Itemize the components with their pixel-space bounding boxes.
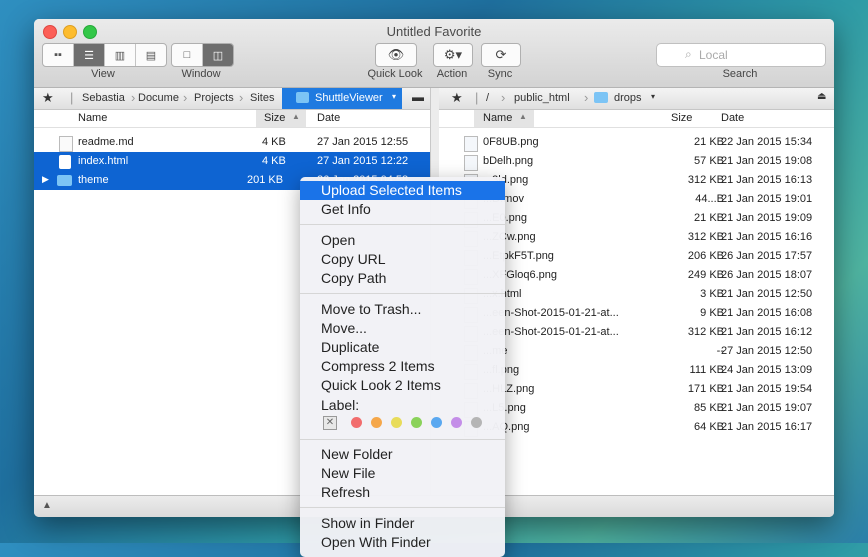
toolbar: Untitled Favorite ▪▪ ☰ ▥ ▤ View □ ◫ Wind…	[34, 19, 834, 88]
size-column-header[interactable]: Size ▲	[256, 110, 306, 127]
menu-item-new-file[interactable]: New File	[300, 464, 505, 483]
chevron-down-icon: ▾	[392, 92, 397, 101]
view-segmented-control: ▪▪ ☰ ▥ ▤	[42, 43, 167, 67]
menu-label-heading: Label:	[321, 397, 360, 413]
menu-item-refresh[interactable]: Refresh	[300, 483, 505, 502]
menu-separator	[300, 507, 505, 508]
label-color-dot[interactable]	[371, 417, 382, 428]
gear-icon: ⚙▾	[443, 47, 463, 62]
coverflow-view-icon[interactable]: ▤	[136, 44, 166, 66]
list-view-icon[interactable]: ☰	[74, 44, 105, 66]
menu-item-show-in-finder[interactable]: Show in Finder	[300, 514, 505, 533]
document-icon	[59, 136, 73, 152]
left-path-bar: ★ | Sebastia › Docume › Projects › Sites…	[34, 88, 430, 110]
menu-item-move[interactable]: Move...	[300, 319, 505, 338]
path-segment[interactable]: Sebastia	[82, 92, 125, 104]
search-field[interactable]: ⌕ Local	[656, 43, 826, 67]
menu-item-copy-path[interactable]: Copy Path	[300, 269, 505, 288]
search-placeholder: Local	[699, 48, 728, 62]
path-current-segment[interactable]: ShuttleViewer ▾	[282, 88, 402, 109]
window-title: Untitled Favorite	[386, 24, 482, 39]
chevron-down-icon[interactable]: ▾	[651, 92, 655, 101]
favorites-star-icon[interactable]: ★	[451, 90, 463, 106]
window-segmented-control: □ ◫	[171, 43, 234, 67]
path-segment[interactable]: Projects	[194, 92, 234, 104]
icon-view-icon[interactable]: ▪▪	[43, 44, 74, 66]
right-column-header: Name ▲ Size Date	[439, 110, 834, 128]
label-color-dot[interactable]	[411, 417, 422, 428]
search-label: Search	[722, 68, 758, 80]
view-label: View	[91, 68, 115, 80]
folder-icon	[594, 92, 608, 103]
path-current-label: ShuttleViewer	[315, 92, 383, 104]
eye-icon: 👁	[387, 47, 405, 62]
table-row[interactable]: 0F8UB.png 21 KB 22 Jan 2015 15:34	[439, 133, 834, 152]
menu-item-duplicate[interactable]: Duplicate	[300, 338, 505, 357]
no-label-icon[interactable]: ✕	[323, 416, 337, 430]
label-color-dot[interactable]	[451, 417, 462, 428]
sync-icon: ⟳	[495, 47, 507, 62]
dual-pane-icon[interactable]: ◫	[203, 44, 233, 66]
label-color-dot[interactable]	[391, 417, 402, 428]
menu-item-quick-look[interactable]: Quick Look 2 Items	[300, 376, 505, 395]
date-column-header[interactable]: Date	[317, 112, 340, 124]
menu-item-upload[interactable]: Upload Selected Items	[300, 181, 505, 200]
path-segment[interactable]: Docume	[138, 92, 179, 104]
path-segment[interactable]: public_html	[514, 92, 570, 104]
path-segment[interactable]: Sites	[250, 92, 274, 104]
sync-button[interactable]: ⟳	[481, 43, 521, 67]
size-column-header[interactable]: Size	[671, 112, 692, 124]
sort-ascending-icon: ▲	[519, 112, 527, 121]
path-segment[interactable]: /	[486, 92, 489, 104]
quick-look-label: Quick Look	[367, 68, 423, 80]
menu-separator	[300, 224, 505, 225]
menu-item-get-info[interactable]: Get Info	[300, 200, 505, 219]
sync-label: Sync	[487, 68, 513, 80]
action-label: Action	[436, 68, 468, 80]
table-row[interactable]: readme.md 4 KB 27 Jan 2015 12:55	[34, 133, 430, 152]
drive-icon[interactable]: ▬	[412, 90, 424, 104]
menu-item-move-to-trash[interactable]: Move to Trash...	[300, 300, 505, 319]
path-current-segment[interactable]: drops	[614, 92, 642, 104]
file-icon	[464, 155, 478, 171]
name-column-header[interactable]: Name	[78, 112, 107, 124]
window-label: Window	[181, 68, 221, 80]
table-row[interactable]: bDelh.png 57 KB 21 Jan 2015 19:08	[439, 152, 834, 171]
menu-separator	[300, 293, 505, 294]
context-menu: Upload Selected Items Get Info Open Copy…	[300, 177, 505, 557]
file-icon	[464, 136, 478, 152]
left-column-header: Name Size ▲ Date	[34, 110, 430, 128]
disclosure-triangle-icon[interactable]: ▶	[42, 174, 49, 185]
folder-icon	[57, 175, 72, 186]
menu-item-new-folder[interactable]: New Folder	[300, 445, 505, 464]
label-color-dot[interactable]	[431, 417, 442, 428]
action-button[interactable]: ⚙▾	[433, 43, 473, 67]
search-icon: ⌕	[685, 47, 692, 61]
quick-look-button[interactable]: 👁	[375, 43, 417, 67]
folder-icon	[296, 92, 309, 103]
menu-item-copy-url[interactable]: Copy URL	[300, 250, 505, 269]
menu-item-compress[interactable]: Compress 2 Items	[300, 357, 505, 376]
column-view-icon[interactable]: ▥	[105, 44, 136, 66]
label-color-dot[interactable]	[471, 417, 482, 428]
name-column-header[interactable]: Name ▲	[474, 110, 534, 127]
eject-icon[interactable]: ⏏	[817, 91, 826, 102]
favorites-star-icon[interactable]: ★	[42, 90, 54, 106]
sort-ascending-icon: ▲	[292, 112, 300, 121]
date-column-header[interactable]: Date	[721, 112, 744, 124]
single-pane-icon[interactable]: □	[172, 44, 203, 66]
menu-item-open[interactable]: Open	[300, 231, 505, 250]
chrome-html-icon	[59, 155, 71, 169]
label-color-dot[interactable]	[351, 417, 362, 428]
right-path-bar: ★ | / › public_html › drops ▾ ⏏	[439, 88, 834, 110]
table-row[interactable]: index.html 4 KB 27 Jan 2015 12:22	[34, 152, 430, 171]
toggle-transfers-icon[interactable]: ▲	[42, 500, 52, 511]
menu-separator	[300, 439, 505, 440]
